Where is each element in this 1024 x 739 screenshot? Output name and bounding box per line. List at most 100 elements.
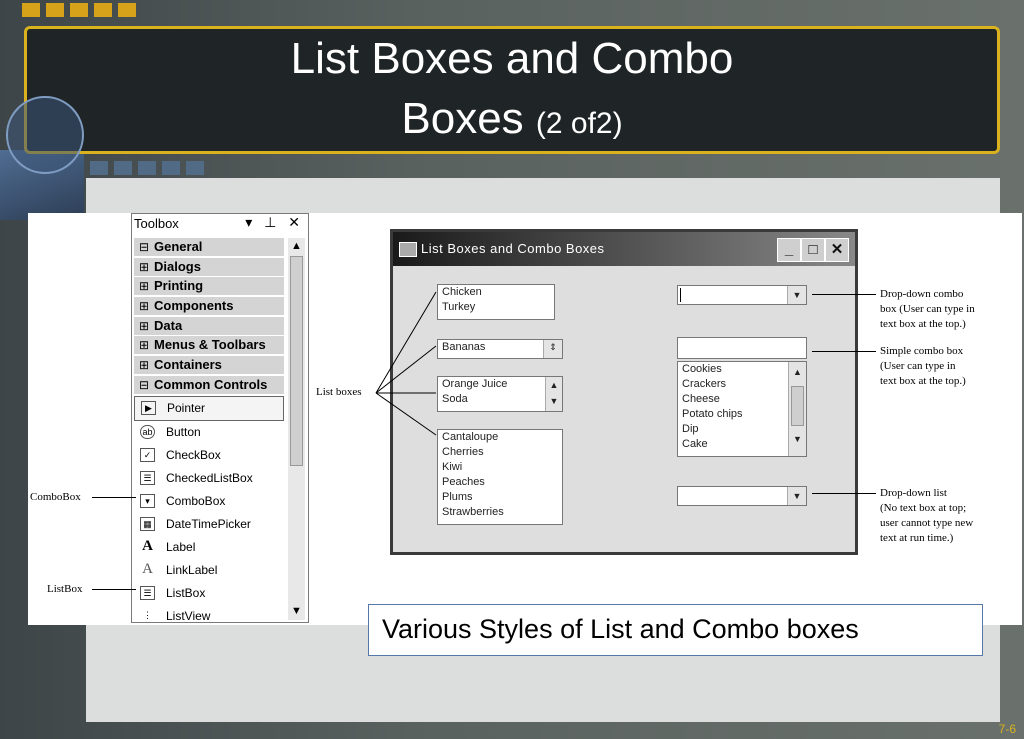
close-icon[interactable]: ✕ bbox=[825, 238, 849, 262]
toolbox-panel: Toolbox ▾ ⊥ ✕ ⊟ General ⊞ Dialogs ⊞ Printin… bbox=[131, 213, 309, 623]
listbox-meat[interactable]: Chicken Turkey bbox=[437, 284, 555, 320]
toolbox-item-listbox[interactable]: ☰ ListBox bbox=[134, 582, 284, 605]
collapse-icon: ⊟ bbox=[139, 240, 150, 254]
category-label: Printing bbox=[154, 278, 204, 294]
datetimepicker-icon: ▦ bbox=[140, 516, 155, 531]
annotation-simple-combo: Simple combo box (User can type in text … bbox=[880, 344, 966, 389]
callout-line bbox=[812, 351, 876, 352]
list-item[interactable]: Plums bbox=[442, 490, 562, 505]
list-item[interactable]: Orange Juice bbox=[442, 377, 562, 392]
toolbox-item-listview[interactable]: ⋮ ListView bbox=[134, 605, 284, 623]
category-label: Components bbox=[154, 298, 234, 314]
scroll-up-icon[interactable]: ▲ bbox=[789, 365, 806, 380]
label-icon: A bbox=[142, 537, 153, 554]
decor-square bbox=[186, 161, 204, 175]
toolbox-category-menus[interactable]: ⊞ Menus & Toolbars bbox=[134, 336, 284, 355]
toolbox-item-checkedlistbox[interactable]: ☰ CheckedListBox bbox=[134, 467, 284, 490]
toolbox-category-dialogs[interactable]: ⊞ Dialogs bbox=[134, 257, 284, 276]
list-item[interactable]: Soda bbox=[442, 392, 562, 407]
category-label: General bbox=[154, 239, 203, 254]
form-window: List Boxes and Combo Boxes _ □ ✕ Chicken… bbox=[390, 229, 858, 555]
maximize-icon[interactable]: □ bbox=[801, 238, 825, 262]
dropdown-list[interactable]: ▼ bbox=[677, 486, 807, 506]
list-item[interactable]: Cantaloupe bbox=[442, 430, 562, 445]
dropdown-combo-box[interactable]: ▼ bbox=[677, 285, 807, 305]
scroll-up-icon[interactable]: ▲ bbox=[288, 238, 305, 255]
item-label: Pointer bbox=[167, 400, 206, 415]
annotation-line: Drop-down list bbox=[880, 487, 947, 499]
item-label: LinkLabel bbox=[166, 562, 218, 577]
decor-square bbox=[138, 161, 156, 175]
toolbox-item-linklabel[interactable]: A LinkLabel bbox=[134, 559, 284, 582]
category-label: Containers bbox=[154, 357, 222, 373]
toolbox-category-general[interactable]: ⊟ General bbox=[134, 238, 284, 256]
chevron-down-icon[interactable]: ▼ bbox=[787, 286, 806, 304]
listbox-melons[interactable]: Cantaloupe Cherries Kiwi Peaches Plums S… bbox=[437, 429, 563, 525]
simple-combo-list[interactable]: Cookies Crackers Cheese Potato chips Dip… bbox=[677, 361, 807, 457]
spin-icon[interactable]: ⇕ bbox=[543, 340, 562, 358]
decor-square bbox=[118, 3, 136, 17]
expand-icon: ⊞ bbox=[139, 279, 150, 294]
listbox-scrollbar[interactable]: ▲ ▼ bbox=[545, 377, 562, 411]
decor-square bbox=[94, 3, 112, 17]
decor-square bbox=[22, 3, 40, 17]
toolbox-scroll-thumb[interactable] bbox=[290, 256, 303, 466]
callout-line bbox=[812, 493, 876, 494]
toolbox-category-common-controls[interactable]: ⊟ Common Controls bbox=[134, 375, 284, 394]
annotation-line: box (User can type in bbox=[880, 303, 975, 315]
toolbox-item-button[interactable]: ab Button bbox=[134, 421, 284, 444]
checkbox-icon: ✓ bbox=[140, 447, 155, 462]
annotation-line: text box at the top.) bbox=[880, 375, 966, 387]
scroll-down-icon[interactable]: ▼ bbox=[288, 603, 305, 620]
list-item[interactable]: Cherries bbox=[442, 445, 562, 460]
combobox-callout-label: ComboBox bbox=[30, 491, 81, 503]
item-label: Button bbox=[166, 424, 201, 439]
expand-icon: ⊞ bbox=[139, 318, 150, 333]
expand-icon: ⊞ bbox=[139, 338, 150, 353]
collapse-icon: ⊟ bbox=[139, 377, 150, 392]
item-label: ComboBox bbox=[166, 493, 226, 508]
toolbox-item-checkbox[interactable]: ✓ CheckBox bbox=[134, 444, 284, 467]
pointer-icon: ▶ bbox=[141, 400, 156, 415]
checkedlistbox-icon: ☰ bbox=[140, 470, 155, 485]
slide-title-suffix: (2 of2) bbox=[535, 107, 623, 140]
toolbox-category-components[interactable]: ⊞ Components bbox=[134, 297, 284, 316]
annotation-dropdown-combo: Drop-down combo box (User can type in te… bbox=[880, 287, 975, 332]
toolbox-category-printing[interactable]: ⊞ Printing bbox=[134, 277, 284, 296]
toolbox-category-containers[interactable]: ⊞ Containers bbox=[134, 356, 284, 375]
combo-scrollbar[interactable]: ▲ ▼ bbox=[788, 362, 806, 456]
scroll-down-icon[interactable]: ▼ bbox=[789, 432, 806, 447]
listbox-icon: ☰ bbox=[140, 585, 155, 600]
list-item[interactable]: Peaches bbox=[442, 475, 562, 490]
item-label: Label bbox=[166, 539, 196, 554]
list-item[interactable]: Chicken bbox=[442, 285, 554, 300]
scroll-thumb[interactable] bbox=[791, 386, 804, 426]
decor-square bbox=[70, 3, 88, 17]
linklabel-icon: A bbox=[142, 560, 153, 577]
toolbox-list: ⊟ General ⊞ Dialogs ⊞ Printing ⊞ Components … bbox=[134, 238, 284, 623]
annotation-line: text box at the top.) bbox=[880, 318, 966, 330]
toolbox-item-combobox[interactable]: ▾ ComboBox bbox=[134, 490, 284, 513]
callout-line bbox=[92, 497, 136, 498]
toolbox-item-datetimepicker[interactable]: ▦ DateTimePicker bbox=[134, 513, 284, 536]
chevron-down-icon[interactable]: ▼ bbox=[787, 487, 806, 505]
minimize-icon[interactable]: _ bbox=[777, 238, 801, 262]
category-label: Common Controls bbox=[154, 376, 268, 392]
listbox-callout-label: ListBox bbox=[47, 583, 83, 595]
listbox-callout-lines bbox=[375, 291, 437, 436]
annotation-line: (No text box at top; bbox=[880, 502, 967, 514]
listbox-fruit[interactable]: Bananas ⇕ bbox=[437, 339, 563, 359]
toolbox-window-controls[interactable]: ▾ ⊥ ✕ bbox=[245, 214, 304, 231]
list-item[interactable]: Kiwi bbox=[442, 460, 562, 475]
toolbox-item-label[interactable]: A Label bbox=[134, 536, 284, 559]
list-item[interactable]: Turkey bbox=[442, 300, 554, 315]
simple-combo-textbox[interactable] bbox=[677, 337, 807, 359]
annotation-line: Simple combo box bbox=[880, 345, 964, 357]
caption-text: Various Styles of List and Combo boxes bbox=[382, 614, 859, 644]
list-item[interactable]: Strawberries bbox=[442, 505, 562, 520]
slide-number: 7-6 bbox=[998, 722, 1016, 736]
slide-title-text: Boxes bbox=[401, 94, 524, 143]
toolbox-category-data[interactable]: ⊞ Data bbox=[134, 316, 284, 335]
listbox-drinks[interactable]: Orange Juice Soda ▲ ▼ bbox=[437, 376, 563, 412]
toolbox-item-pointer[interactable]: ▶ Pointer bbox=[134, 395, 284, 421]
